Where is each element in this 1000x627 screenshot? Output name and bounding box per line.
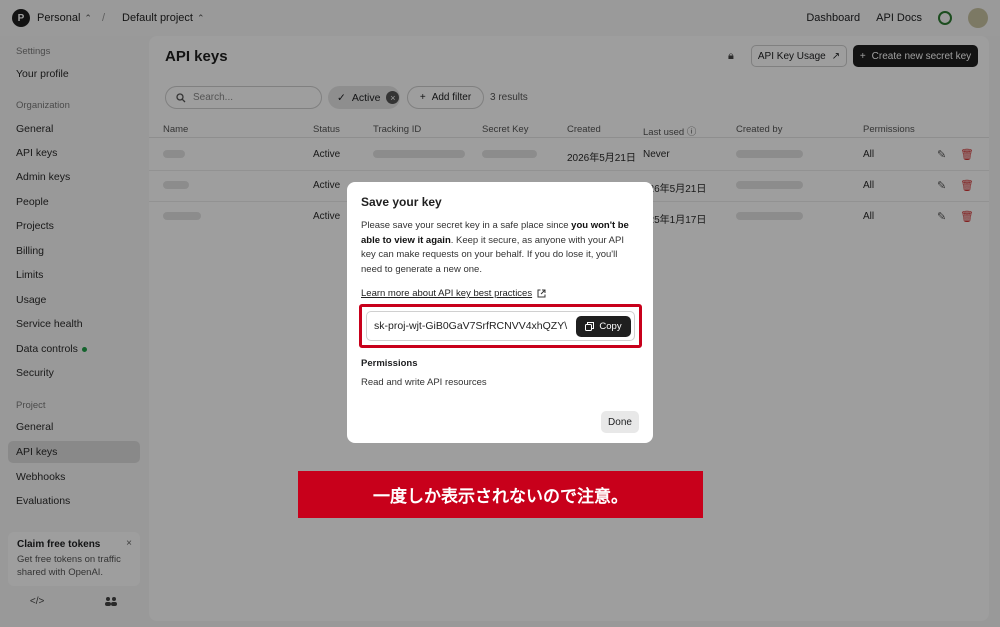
done-button[interactable]: Done bbox=[601, 411, 639, 433]
external-link-icon bbox=[537, 289, 546, 298]
permissions-text: Read and write API resources bbox=[361, 377, 487, 388]
key-highlight-box: sk-proj-wjt-GiB0GaV7SrfRCNVV4xhQZY\ Copy bbox=[359, 304, 642, 348]
permissions-title: Permissions bbox=[361, 358, 418, 369]
dialog-desc-part: Please save your secret key in a safe pl… bbox=[361, 220, 572, 231]
copy-button-label: Copy bbox=[599, 321, 622, 332]
save-key-dialog: Save your key Please save your secret ke… bbox=[347, 182, 653, 443]
secret-key-value: sk-proj-wjt-GiB0GaV7SrfRCNVV4xhQZY\ bbox=[374, 320, 568, 332]
best-practices-link[interactable]: Learn more about API key best practices bbox=[361, 288, 639, 299]
dialog-title: Save your key bbox=[361, 195, 442, 209]
dialog-description: Please save your secret key in a safe pl… bbox=[361, 219, 639, 277]
secret-key-field[interactable]: sk-proj-wjt-GiB0GaV7SrfRCNVV4xhQZY\ Copy bbox=[366, 311, 635, 341]
copy-button[interactable]: Copy bbox=[576, 316, 631, 337]
copy-icon bbox=[585, 322, 595, 331]
annotation-banner: 一度しか表示されないので注意。 bbox=[298, 471, 703, 518]
best-practices-link-label: Learn more about API key best practices bbox=[361, 288, 533, 299]
